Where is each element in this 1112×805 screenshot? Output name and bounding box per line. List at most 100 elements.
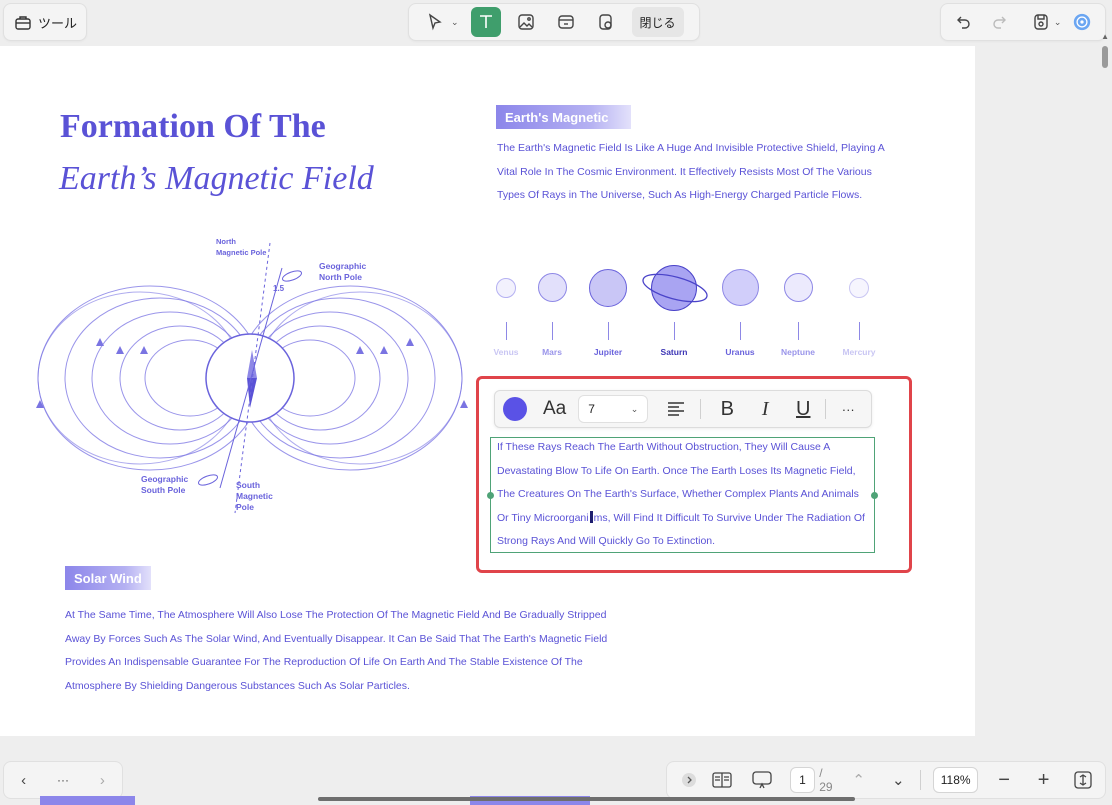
- stamp-icon: [598, 14, 612, 30]
- earth-magnetic-tag: Earth's Magnetic: [496, 105, 631, 129]
- solar-wind-tag: Solar Wind: [65, 566, 151, 590]
- chevron-right-circle-icon: [681, 773, 696, 787]
- font-size-value: 7: [588, 402, 595, 416]
- bold-button[interactable]: B: [713, 395, 741, 423]
- planet-label-venus: Venus: [493, 347, 519, 357]
- link-tool-button[interactable]: [551, 7, 581, 37]
- geographic-north-pole-label: Geographic North Pole: [319, 261, 367, 282]
- fit-page-button[interactable]: [1069, 766, 1097, 794]
- text-tool-button[interactable]: [470, 7, 501, 37]
- chevron-down-icon[interactable]: ⌄: [1054, 17, 1062, 28]
- chevron-right-icon[interactable]: ›: [88, 766, 116, 794]
- north-magnetic-pole-label: North Magnetic Pole: [216, 237, 267, 257]
- chevron-down-icon: ⌄: [630, 403, 639, 414]
- view-controls: 1 / 29 ⌃ ⌄ 118% − +: [666, 761, 1106, 799]
- more-options-button[interactable]: ···: [834, 395, 862, 423]
- font-size-select[interactable]: 7 ⌄: [578, 395, 649, 423]
- divider: [920, 770, 922, 790]
- chevron-down-icon[interactable]: ⌄: [451, 17, 459, 28]
- planet-line: [608, 322, 609, 340]
- toolbox-icon[interactable]: [14, 13, 32, 31]
- planet-venus: [496, 278, 516, 298]
- text-format-bar: Aa 7 ⌄ B I U ···: [494, 390, 872, 428]
- angle-label: 1.5: [273, 284, 285, 293]
- saturn-ring: [642, 273, 708, 303]
- text-icon: [479, 15, 492, 28]
- selected-paragraph[interactable]: If These Rays Reach The Earth Without Ob…: [497, 436, 873, 554]
- text-color-button[interactable]: [503, 397, 527, 421]
- planet-line: [859, 322, 860, 340]
- underline-button[interactable]: U: [789, 395, 817, 423]
- reading-mode-button[interactable]: [709, 766, 737, 794]
- planet-label-saturn: Saturn: [660, 347, 688, 357]
- planet-mars: [538, 273, 567, 302]
- planet-label-uranus: Uranus: [725, 347, 755, 357]
- font-button[interactable]: Aa: [543, 398, 566, 420]
- fit-page-icon: [1074, 771, 1092, 789]
- undo-icon: [957, 16, 970, 29]
- align-button[interactable]: [662, 395, 690, 423]
- magnetic-field-diagram: North Magnetic Pole Geographic North Pol…: [30, 228, 475, 528]
- vertical-scrollbar[interactable]: [1102, 46, 1108, 68]
- right-toolbar: ⌄: [940, 3, 1106, 41]
- toolbar-divider: [825, 399, 827, 419]
- save-icon: [1033, 14, 1048, 30]
- planet-line: [674, 322, 675, 340]
- planet-row: Venus Mars Jupiter Saturn Uranus Neptune…: [480, 260, 900, 360]
- close-edit-button[interactable]: 閉じる: [631, 7, 684, 37]
- planet-line: [798, 322, 799, 340]
- expand-panel-button[interactable]: [675, 766, 703, 794]
- planet-label-mars: Mars: [542, 347, 562, 357]
- stamp-tool-button[interactable]: [591, 7, 621, 37]
- tools-label[interactable]: ツール: [38, 13, 77, 32]
- geographic-south-pole-label: Geographic South Pole: [141, 474, 189, 495]
- planet-line: [740, 322, 741, 340]
- chevron-left-icon[interactable]: ‹: [10, 766, 38, 794]
- page-total: / 29: [819, 766, 833, 794]
- planet-jupiter: [589, 269, 627, 307]
- previous-page-icon[interactable]: ⌃: [845, 766, 873, 794]
- title-line-2: Earth’s Magnetic Field: [59, 160, 374, 197]
- image-tool-button[interactable]: [511, 7, 541, 37]
- zoom-out-icon[interactable]: −: [990, 766, 1018, 794]
- planet-neptune: [784, 273, 813, 302]
- more-pages-button[interactable]: ···: [49, 766, 77, 794]
- presentation-icon: [752, 771, 772, 789]
- edit-toolbar: ⌄ 閉じる: [408, 3, 700, 41]
- page-nav-group: ‹ ··· ›: [3, 761, 123, 799]
- book-icon: [712, 772, 732, 788]
- scroll-up-icon[interactable]: ▲: [1101, 32, 1109, 41]
- planet-uranus: [722, 269, 759, 306]
- text-cursor: [589, 510, 593, 523]
- tools-group: ツール: [3, 3, 87, 41]
- planet-mercury: [849, 278, 869, 298]
- toolbar-divider: [700, 399, 702, 419]
- zoom-in-icon[interactable]: +: [1030, 766, 1058, 794]
- presentation-button[interactable]: [748, 766, 776, 794]
- redo-button[interactable]: [987, 7, 1012, 37]
- planet-label-jupiter: Jupiter: [593, 347, 623, 357]
- editing-textbox[interactable]: If These Rays Reach The Earth Without Ob…: [487, 436, 878, 554]
- planet-line: [506, 322, 507, 340]
- horizontal-scrollbar[interactable]: [318, 797, 855, 801]
- zoom-level[interactable]: 118%: [933, 767, 979, 793]
- undo-button[interactable]: [952, 7, 977, 37]
- planet-label-mercury: Mercury: [842, 347, 876, 357]
- italic-button[interactable]: I: [751, 395, 779, 423]
- south-magnetic-pole-label: South Magnetic Pole: [236, 480, 273, 512]
- resize-handle-left[interactable]: [487, 492, 494, 499]
- solar-wind-paragraph[interactable]: At The Same Time, The Atmosphere Will Al…: [65, 604, 625, 698]
- page-number-input[interactable]: 1: [789, 767, 816, 793]
- earth-magnetic-paragraph[interactable]: The Earth's Magnetic Field Is Like A Hug…: [497, 137, 887, 208]
- pointer-icon: [428, 13, 442, 31]
- redo-icon: [993, 16, 1006, 29]
- link-icon: [557, 15, 574, 29]
- ai-assistant-icon: [1073, 13, 1090, 31]
- next-page-icon[interactable]: ⌄: [884, 766, 912, 794]
- planet-label-neptune: Neptune: [781, 347, 815, 357]
- image-icon: [517, 14, 534, 30]
- title-line-1: Formation Of The: [60, 108, 326, 145]
- ai-assistant-button[interactable]: [1069, 7, 1094, 37]
- save-button[interactable]: [1028, 7, 1053, 37]
- select-tool-button[interactable]: [420, 7, 450, 37]
